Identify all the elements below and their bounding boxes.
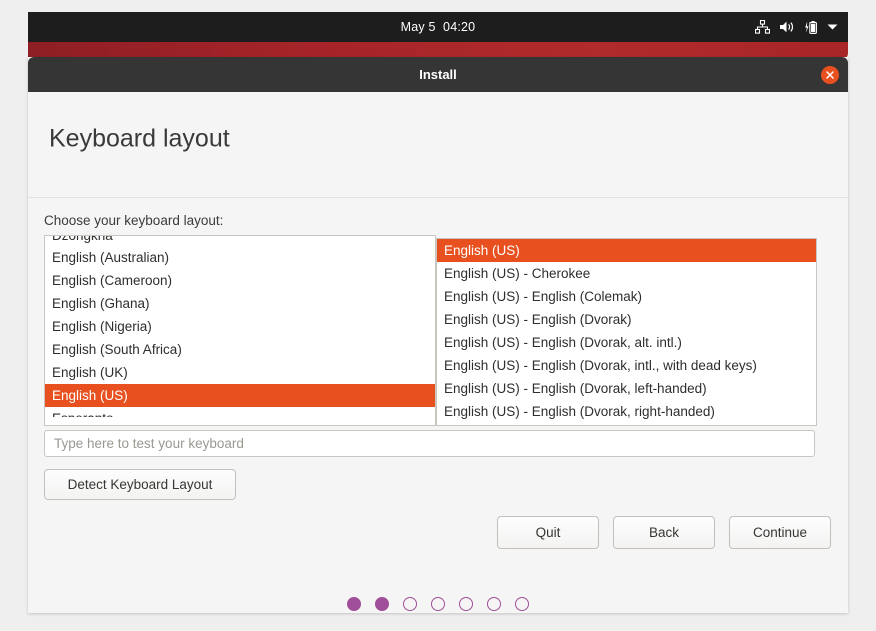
battery-icon[interactable]: [804, 20, 818, 35]
variant-list-item[interactable]: English (US): [437, 239, 816, 262]
window-content: Keyboard layout Choose your keyboard lay…: [28, 92, 848, 613]
page-title: Keyboard layout: [49, 124, 230, 153]
quit-button[interactable]: Quit: [497, 516, 599, 549]
variant-list-item[interactable]: English (US) - English (Dvorak): [437, 308, 816, 331]
progress-dot-7[interactable]: [515, 597, 529, 611]
variant-list-item[interactable]: English (US) - Cherokee: [437, 262, 816, 285]
layout-list-item[interactable]: English (Cameroon): [45, 269, 435, 292]
variant-list-item[interactable]: English (US) - English (Dvorak, alt. int…: [437, 331, 816, 354]
instruction-label: Choose your keyboard layout:: [44, 213, 224, 228]
back-button[interactable]: Back: [613, 516, 715, 549]
keyboard-layout-list[interactable]: DzongkhaEnglish (Australian)English (Cam…: [44, 235, 436, 426]
continue-button[interactable]: Continue: [729, 516, 831, 549]
layout-list-item[interactable]: English (South Africa): [45, 338, 435, 361]
window-titlebar: Install: [28, 57, 848, 92]
layout-list-item[interactable]: English (UK): [45, 361, 435, 384]
volume-icon[interactable]: [779, 20, 795, 34]
panel-indicator-area: [755, 12, 838, 42]
keyboard-test-input[interactable]: [44, 430, 815, 457]
progress-dot-2[interactable]: [375, 597, 389, 611]
chevron-down-icon[interactable]: [827, 23, 838, 31]
layout-list-item[interactable]: Dzongkha: [45, 236, 435, 246]
progress-dots: [28, 597, 848, 611]
layout-list-item[interactable]: Esperanto: [45, 407, 435, 417]
progress-dot-3[interactable]: [403, 597, 417, 611]
progress-dot-5[interactable]: [459, 597, 473, 611]
variant-list-item[interactable]: English (US) - English (Dvorak, right-ha…: [437, 400, 816, 423]
desktop-top-panel: May 5 04:20: [28, 12, 848, 42]
variant-list-item[interactable]: English (US) - English (Dvorak, intl., w…: [437, 354, 816, 377]
action-button-group: Quit Back Continue: [497, 516, 831, 549]
variant-list-item[interactable]: English (US) - English (Colemak): [437, 285, 816, 308]
progress-dot-1[interactable]: [347, 597, 361, 611]
layout-list-item[interactable]: English (Australian): [45, 246, 435, 269]
detect-keyboard-layout-button[interactable]: Detect Keyboard Layout: [44, 469, 236, 500]
variant-list-item[interactable]: English (US) - English (Dvorak, left-han…: [437, 377, 816, 400]
layout-list-item[interactable]: English (Nigeria): [45, 315, 435, 338]
network-icon[interactable]: [755, 20, 770, 34]
header-divider: [28, 197, 848, 198]
installer-window: Install Keyboard layout Choose your keyb…: [28, 57, 848, 613]
panel-clock[interactable]: May 5 04:20: [401, 20, 476, 34]
progress-dot-6[interactable]: [487, 597, 501, 611]
keyboard-variant-list[interactable]: English (US) English (US) - Cherokee Engli…: [436, 238, 817, 426]
window-title: Install: [419, 67, 457, 82]
layout-list-item[interactable]: English (Ghana): [45, 292, 435, 315]
layout-list-item[interactable]: English (US): [45, 384, 435, 407]
progress-dot-4[interactable]: [431, 597, 445, 611]
close-icon[interactable]: [821, 65, 839, 84]
screen: May 5 04:20 Install Keyboard layout Choo…: [0, 0, 876, 631]
